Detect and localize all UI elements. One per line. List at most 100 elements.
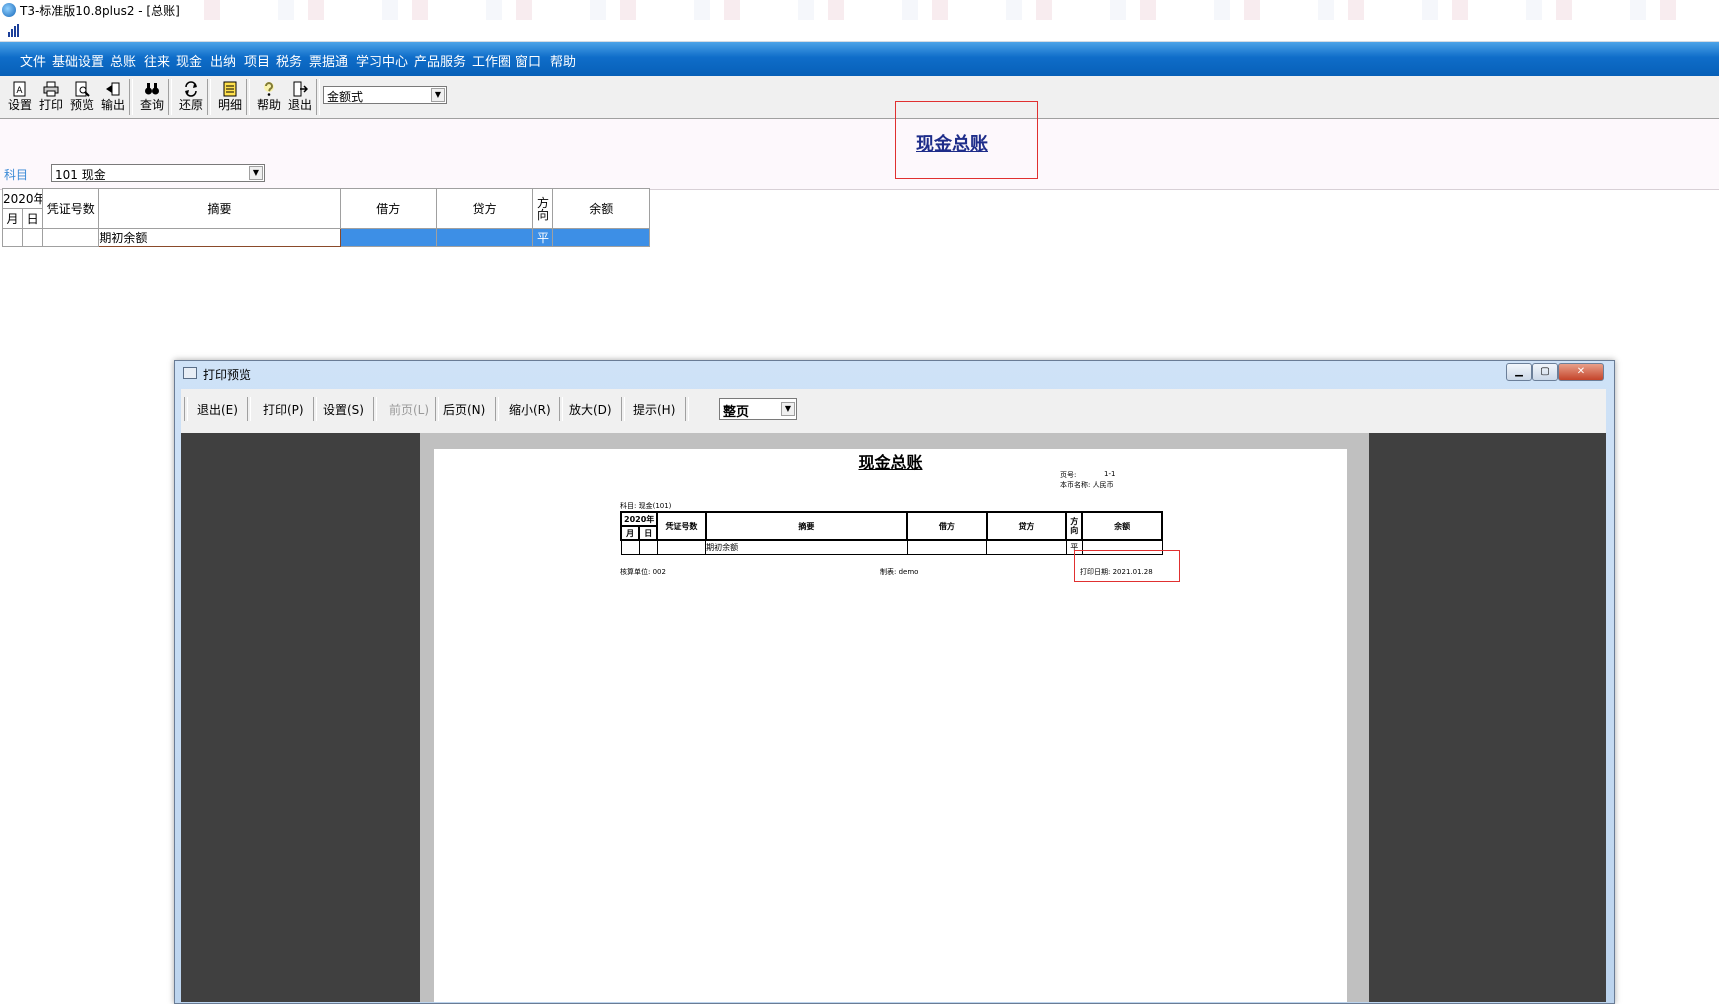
ledger-title: 现金总账 [916,134,988,155]
menu-item-6[interactable]: 项目 [244,51,270,70]
header-debit: 借方 [339,188,437,229]
setup-button[interactable]: 设置(S) [323,401,364,418]
toolbar-separator [313,397,317,421]
exit-label: 退出 [287,98,312,112]
zoom-select-value: 整页 [723,405,750,420]
menu-item-8[interactable]: 票据通 [309,51,348,70]
toolbar-separator [559,397,563,421]
chart-bars-icon [8,24,20,37]
preview-label: 预览 [69,98,94,112]
taskbar-strip [190,0,1719,20]
window-icon [183,367,197,379]
org-text: 核算单位: 002 [620,568,666,576]
preview-button[interactable]: 预览 [67,78,97,117]
page-title: 现金总账 [858,453,923,472]
restore-label: 还原 [178,98,203,112]
help-button[interactable]: 帮助 [254,78,284,117]
subject-label: 科目 [4,168,29,182]
cell-credit[interactable] [435,228,534,247]
menu-item-1[interactable]: 基础设置 [52,51,104,70]
toolbar-separator [316,79,320,115]
help-icon [264,82,274,96]
preview-header-balance: 余额 [1081,511,1163,541]
chevron-down-icon[interactable]: ▼ [781,402,795,416]
menu-item-5[interactable]: 出纳 [210,51,236,70]
cell-direction[interactable]: 平 [532,228,554,247]
toolbar-separator [621,397,625,421]
dialog-body: 退出(E) 打印(P) 设置(S) 前页(L) 后页(N) 缩小(R) 放大(D… [181,389,1606,1002]
close-button[interactable]: ✕ [1558,363,1604,381]
app-icon [2,3,16,17]
exit-button[interactable]: 退出 [285,78,315,117]
cell-voucher[interactable] [42,228,100,247]
page-number-label: 页号: [1060,471,1077,479]
menu-item-4[interactable]: 现金 [176,51,202,70]
exit-preview-button[interactable]: 退出(E) [197,401,238,418]
exit-icon [293,81,308,97]
chevron-down-icon[interactable]: ▼ [249,166,263,180]
maximize-button[interactable]: ▢ [1532,363,1558,381]
mdi-bar [0,21,1719,42]
menu-item-7[interactable]: 税务 [276,51,302,70]
export-button[interactable]: 输出 [98,78,128,117]
toolbar-separator [373,397,377,421]
cell-day[interactable] [22,228,44,247]
cell-debit[interactable] [339,228,437,247]
preview-area[interactable]: 现金总账 页号: 1-1 本币名称: 人民币 科目: 现金(101) 2020年… [181,433,1606,1002]
detail-icon [223,81,237,97]
preview-cell-voucher [656,539,707,555]
toolbar-separator [129,79,133,115]
print-preview-button[interactable]: 打印(P) [263,401,304,418]
preview-ledger-table: 2020年 凭证号数 摘要 借方 贷方 方向 余额 月 日 期初余额 平 [619,511,1163,555]
query-button[interactable]: 查询 [137,78,167,117]
header-direction: 方向 [532,188,554,229]
table-row[interactable]: 期初余额 平 [1,228,650,247]
chevron-down-icon[interactable]: ▼ [431,88,445,102]
menu-item-3[interactable]: 往来 [144,51,170,70]
window-titlebar: T3-标准版10.8plus2 - [总账] [0,0,1719,22]
print-button[interactable]: 打印 [36,78,66,117]
export-icon [106,82,120,96]
cell-summary[interactable]: 期初余额 [98,228,341,247]
maker-text: 制表: demo [880,568,919,576]
menu-item-9[interactable]: 学习中心 [356,51,408,70]
restore-button[interactable]: 还原 [176,78,206,117]
menu-item-12[interactable]: 窗口 [515,51,541,70]
ledger-table: 2020年 凭证号数 摘要 借方 贷方 方向 余额 月 日 期初余额 平 [1,188,650,247]
zoom-out-button[interactable]: 缩小(R) [509,401,551,418]
preview-header-year: 2020年 [619,511,659,527]
format-select[interactable]: 金额式 ▼ [323,86,447,104]
next-page-button[interactable]: 后页(N) [443,401,485,418]
preview-icon [75,81,90,97]
toolbar-separator [247,397,251,421]
printer-icon [43,81,59,97]
zoom-in-button[interactable]: 放大(D) [569,401,612,418]
cell-month[interactable] [1,228,24,247]
prev-page-button[interactable]: 前页(L) [389,401,429,418]
preview-cell-month [620,539,640,555]
toolbar-separator [207,79,211,115]
menu-item-2[interactable]: 总账 [110,51,136,70]
toolbar-separator [685,397,689,421]
zoom-select[interactable]: 整页 ▼ [719,398,797,420]
menu-item-11[interactable]: 工作圈 [472,51,511,70]
header-voucher-count: 凭证号数 [42,188,100,229]
minimize-button[interactable]: ▁ [1506,363,1532,381]
help-label: 帮助 [256,98,281,112]
header-day: 日 [22,208,44,229]
header-month: 月 [1,208,24,229]
menu-item-10[interactable]: 产品服务 [414,51,466,70]
preview-cell-credit [986,539,1067,555]
menu-item-13[interactable]: 帮助 [550,51,576,70]
dialog-title: 打印预览 [203,368,252,382]
hint-button[interactable]: 提示(H) [633,401,675,418]
settings-button[interactable]: A 设置 [5,78,35,117]
menu-item-0[interactable]: 文件 [20,51,46,70]
subject-select[interactable]: 101 现金 ▼ [51,164,265,182]
cell-balance[interactable] [552,228,650,247]
preview-cell-day [638,539,658,555]
preview-header-day: 日 [638,525,659,541]
subject-select-value: 101 现金 [55,168,106,182]
preview-cell-summary: 期初余额 [705,539,908,555]
detail-button[interactable]: 明细 [215,78,245,117]
